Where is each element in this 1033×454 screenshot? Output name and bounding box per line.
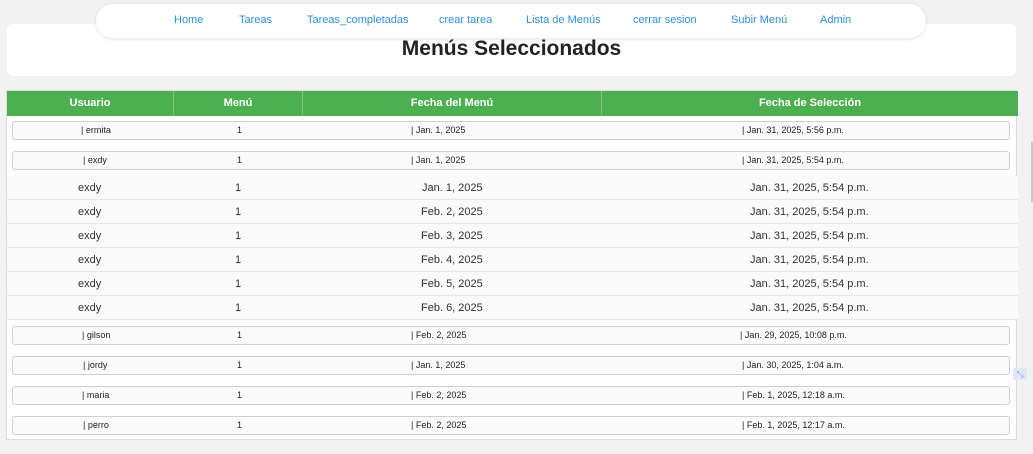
cell-fecha-menu: Feb. 5, 2025 [421, 278, 483, 290]
cell-fecha-menu: Feb. 3, 2025 [421, 230, 483, 242]
table-row: exdy 1 Feb. 5, 2025 Jan. 31, 2025, 5:54 … [7, 272, 1018, 296]
table-row: | perro 1 | Feb. 2, 2025 | Feb. 1, 2025,… [12, 416, 1010, 435]
nav-link-lista-de-menus[interactable]: Lista de Menús [526, 14, 601, 26]
cell-fecha-menu: | Jan. 1, 2025 [411, 155, 466, 165]
cell-usuario: exdy [78, 182, 102, 194]
column-header-menu: Menú [174, 91, 303, 116]
cell-fecha-menu: | Feb. 2, 2025 [411, 420, 467, 430]
nav-link-cerrar-sesion[interactable]: cerrar sesion [633, 14, 697, 26]
cell-fecha-menu: Feb. 2, 2025 [421, 206, 483, 218]
cell-usuario: exdy [78, 206, 102, 218]
table-row: | exdy 1 | Jan. 1, 2025 | Jan. 31, 2025,… [12, 151, 1010, 170]
nav-link-tareas-completadas[interactable]: Tareas_completadas [307, 14, 409, 26]
column-header-fecha-seleccion: Fecha de Selección [758, 97, 862, 109]
cell-usuario: | exdy [83, 155, 107, 165]
table-header: Usuario Menú Fecha del Menú Fecha de Sel… [7, 91, 1018, 116]
cell-fecha-menu: | Feb. 2, 2025 [411, 330, 467, 340]
cell-usuario: exdy [78, 230, 102, 242]
nav-link-tareas[interactable]: Tareas [239, 14, 272, 26]
cell-fecha-seleccion: Jan. 31, 2025, 5:54 p.m. [750, 182, 869, 194]
table-row: exdy 1 Jan. 1, 2025 Jan. 31, 2025, 5:54 … [7, 176, 1018, 200]
table-row: exdy 1 Feb. 3, 2025 Jan. 31, 2025, 5:54 … [7, 224, 1018, 248]
cell-menu: 1 [237, 155, 243, 165]
cell-menu: 1 [237, 390, 243, 400]
cell-fecha-seleccion: | Jan. 31, 2025, 5:56 p.m. [742, 125, 844, 135]
cell-fecha-seleccion: | Jan. 31, 2025, 5:54 p.m. [742, 155, 844, 165]
cell-fecha-seleccion: Jan. 31, 2025, 5:54 p.m. [750, 206, 869, 218]
cell-menu: 1 [235, 302, 242, 314]
menus-table: Usuario Menú Fecha del Menú Fecha de Sel… [6, 90, 1018, 440]
cell-usuario: | jordy [83, 360, 108, 370]
column-header-fecha-menu: Fecha del Menú [303, 91, 602, 116]
cell-menu: 1 [237, 330, 243, 340]
cell-menu: 1 [235, 182, 242, 194]
cell-menu: 1 [235, 254, 242, 266]
cell-fecha-seleccion: Jan. 31, 2025, 5:54 p.m. [750, 254, 869, 266]
collapse-arrows-icon[interactable]: ⤡ [1013, 368, 1027, 380]
cell-menu: 1 [237, 420, 243, 430]
cell-fecha-menu: Feb. 6, 2025 [421, 302, 483, 314]
cell-fecha-seleccion: | Jan. 30, 2025, 1:04 a.m. [742, 360, 844, 370]
cell-fecha-seleccion: | Feb. 1, 2025, 12:18 a.m. [742, 390, 845, 400]
cell-fecha-seleccion: | Feb. 1, 2025, 12:17 a.m. [742, 420, 845, 430]
cell-usuario: exdy [78, 254, 102, 266]
nav-link-crear-tarea[interactable]: crear tarea [439, 14, 492, 26]
cell-usuario: exdy [78, 302, 102, 314]
cell-menu: 1 [235, 278, 242, 290]
cell-fecha-menu: | Jan. 1, 2025 [411, 125, 466, 135]
cell-menu: 1 [237, 360, 243, 370]
table-row: exdy 1 Feb. 4, 2025 Jan. 31, 2025, 5:54 … [7, 248, 1018, 272]
cell-fecha-menu: Jan. 1, 2025 [422, 182, 483, 194]
table-row: | maria 1 | Feb. 2, 2025 | Feb. 1, 2025,… [12, 386, 1010, 405]
cell-usuario: exdy [78, 278, 102, 290]
page-title: Menús Seleccionados [401, 37, 622, 60]
column-header-usuario: Usuario [7, 91, 174, 116]
cell-fecha-menu: | Feb. 2, 2025 [411, 390, 467, 400]
table-row: exdy 1 Feb. 6, 2025 Jan. 31, 2025, 5:54 … [7, 296, 1018, 320]
nav-link-home[interactable]: Home [174, 14, 203, 26]
cell-usuario: | ermita [81, 125, 111, 135]
cell-menu: 1 [235, 230, 242, 242]
cell-usuario: | gilson [82, 330, 111, 340]
cell-menu: 1 [235, 206, 242, 218]
nav-link-subir-menu[interactable]: Subir Menú [731, 14, 787, 26]
cell-fecha-seleccion: | Jan. 29, 2025, 10:08 p.m. [740, 330, 847, 340]
cell-fecha-menu: | Jan. 1, 2025 [411, 360, 466, 370]
table-row: | gilson 1 | Feb. 2, 2025 | Jan. 29, 202… [12, 326, 1010, 345]
table-row: exdy 1 Feb. 2, 2025 Jan. 31, 2025, 5:54 … [7, 200, 1018, 224]
cell-usuario: | maria [82, 390, 110, 400]
table-row: | jordy 1 | Jan. 1, 2025 | Jan. 30, 2025… [12, 356, 1010, 375]
top-navbar: Home Tareas Tareas_completadas crear tar… [96, 4, 926, 38]
nav-link-admin[interactable]: Admin [820, 14, 851, 26]
cell-menu: 1 [237, 125, 243, 135]
cell-usuario: | perro [83, 420, 109, 430]
cell-fecha-menu: Feb. 4, 2025 [421, 254, 483, 266]
cell-fecha-seleccion: Jan. 31, 2025, 5:54 p.m. [750, 278, 869, 290]
cell-fecha-seleccion: Jan. 31, 2025, 5:54 p.m. [750, 230, 869, 242]
cell-fecha-seleccion: Jan. 31, 2025, 5:54 p.m. [750, 302, 869, 314]
table-row: | ermita 1 | Jan. 1, 2025 | Jan. 31, 202… [12, 121, 1010, 140]
